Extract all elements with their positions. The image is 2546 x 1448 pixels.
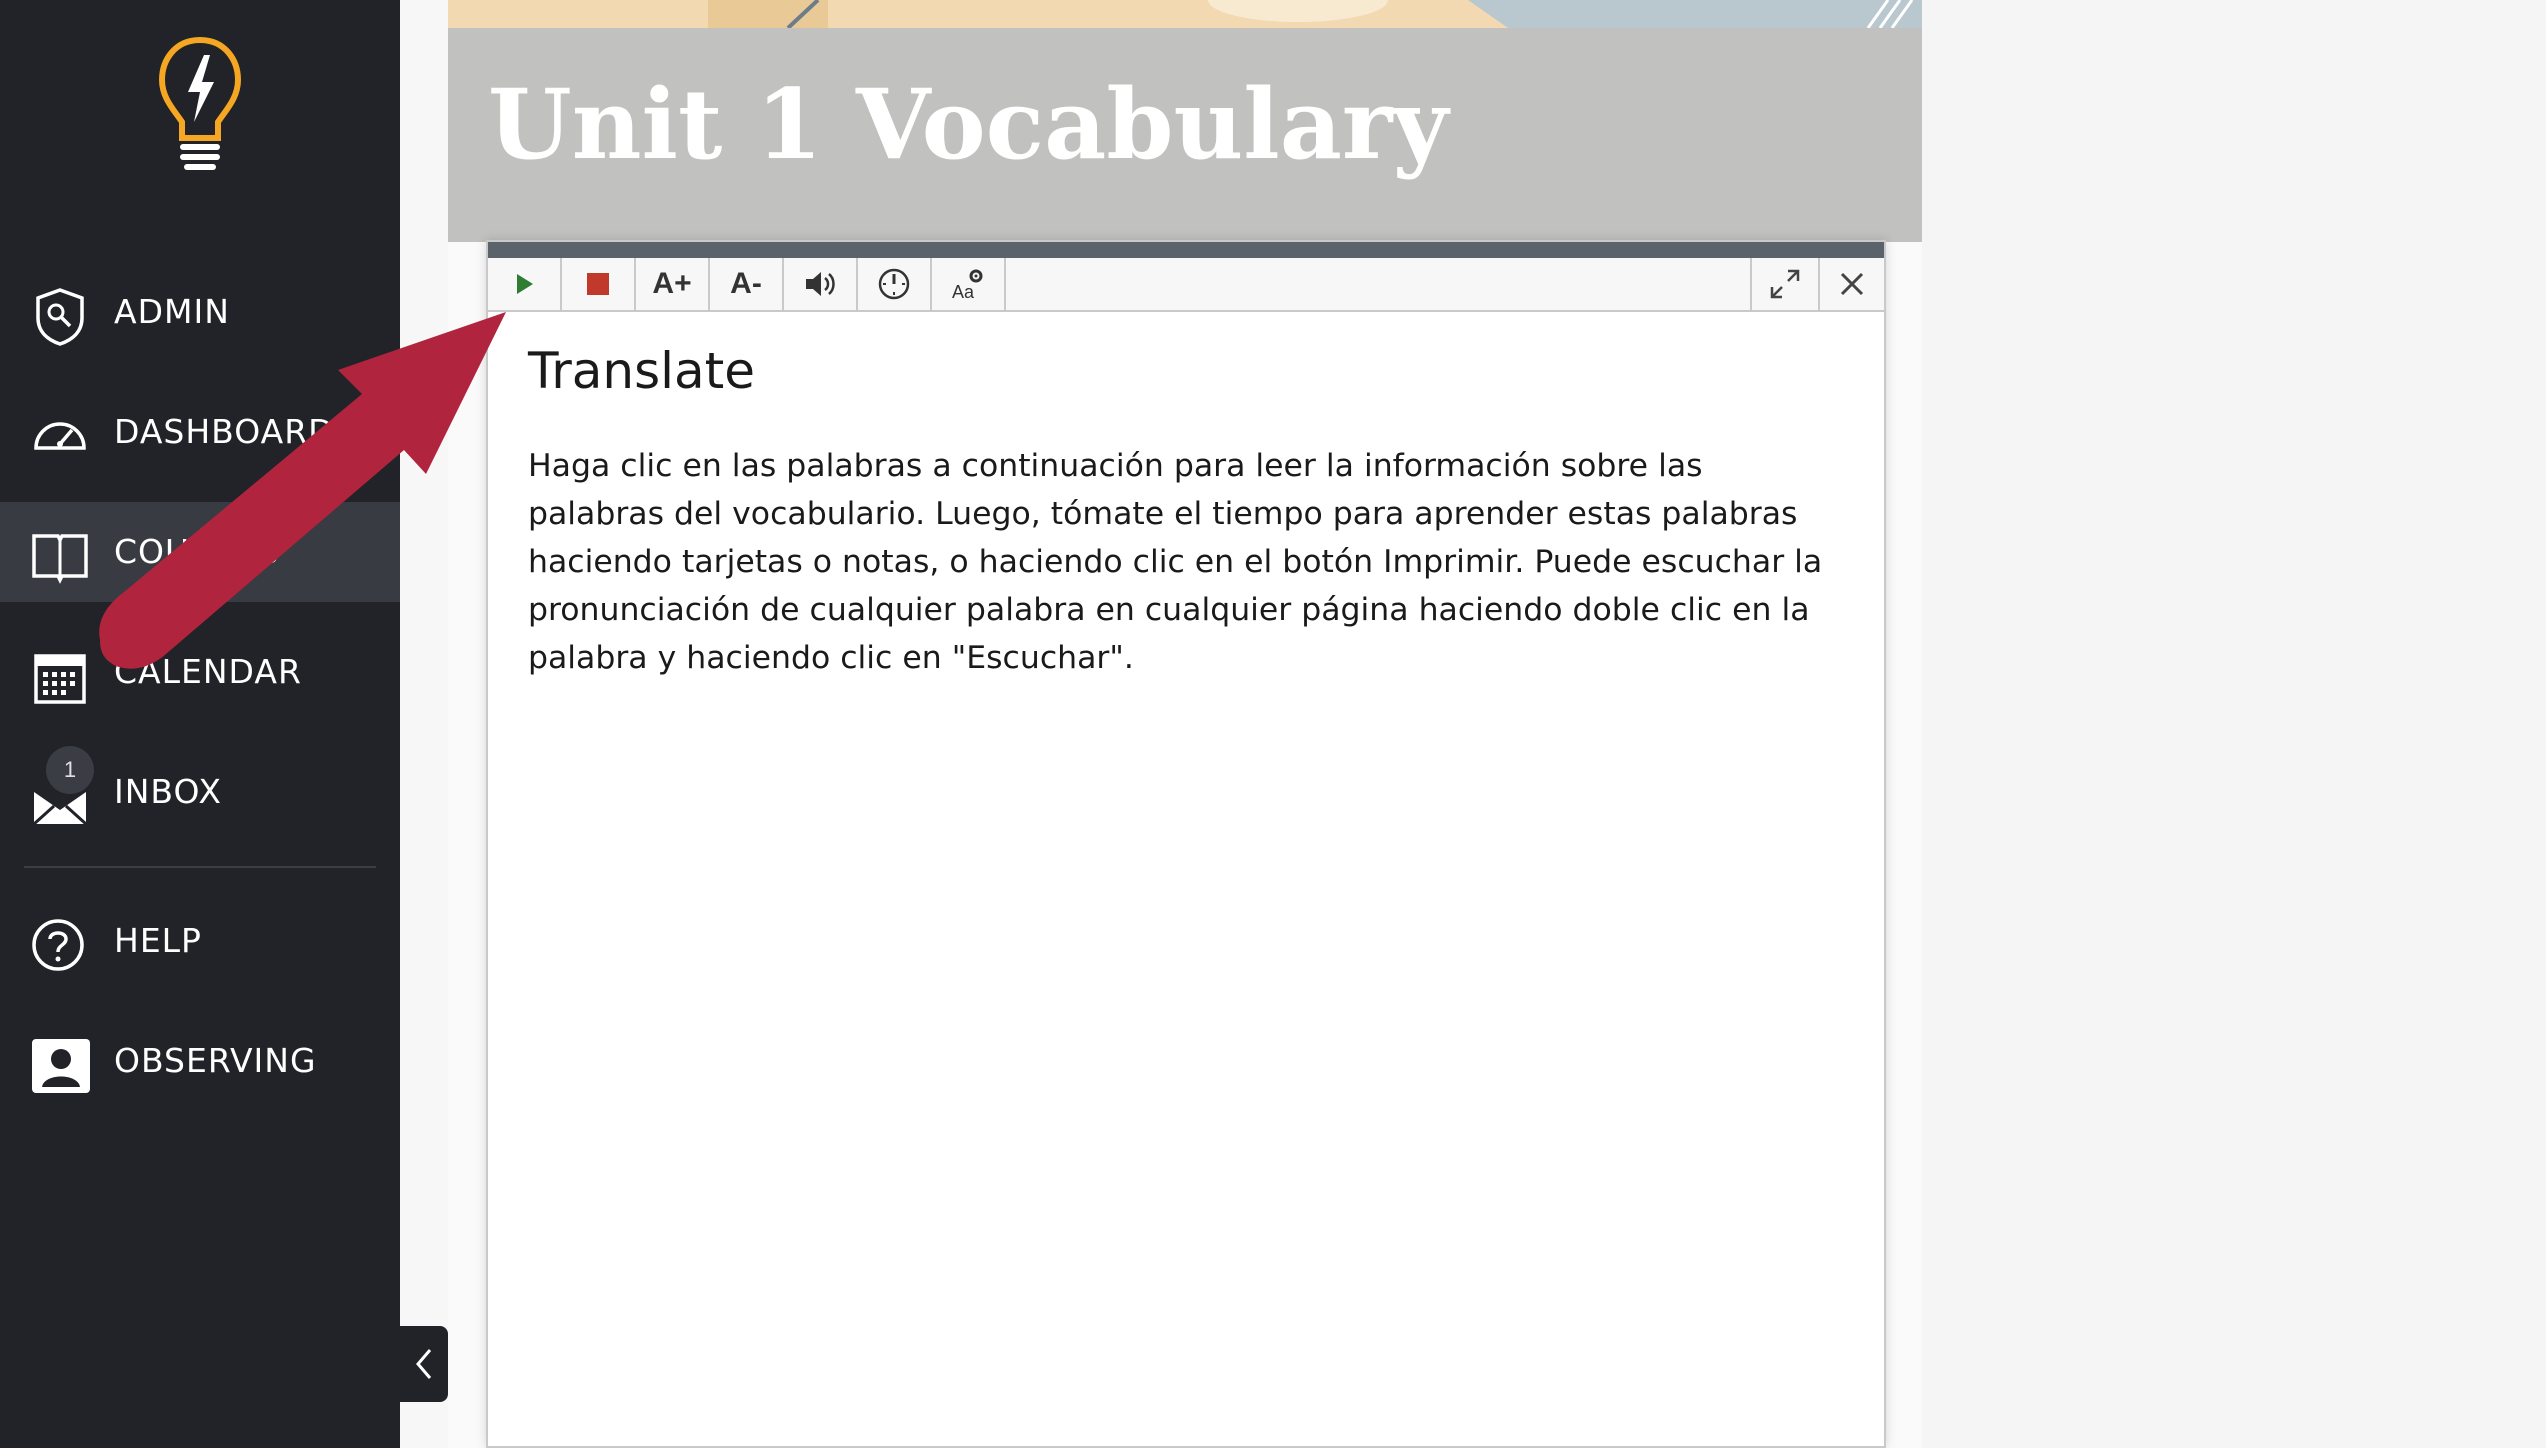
dashboard-gauge-icon <box>34 422 86 450</box>
sidebar-item-label: OBSERVING <box>114 1041 317 1080</box>
stop-button[interactable] <box>562 258 636 310</box>
play-button[interactable] <box>488 258 562 310</box>
volume-button[interactable] <box>784 258 858 310</box>
reader-content: Translate Haga clic en las palabras a co… <box>528 342 1848 682</box>
help-icon <box>32 919 84 971</box>
book-icon <box>32 534 88 584</box>
sidebar-item-label: INBOX <box>114 772 222 811</box>
collapse-sidebar-button[interactable] <box>400 1326 448 1402</box>
observer-icon <box>32 1039 90 1093</box>
font-decrease-label: A- <box>730 267 762 300</box>
page-title: Unit 1 Vocabulary <box>488 68 1449 181</box>
stop-icon <box>587 273 609 295</box>
speed-icon <box>878 268 910 300</box>
right-panel <box>1922 0 2546 1448</box>
reader-toolbar: A+ A- Aa <box>488 258 1884 312</box>
sidebar-item-label: COURSES <box>114 532 280 571</box>
speed-button[interactable] <box>858 258 932 310</box>
lightbulb-logo-icon[interactable] <box>150 30 250 180</box>
calendar-icon <box>34 654 86 704</box>
close-icon <box>1840 272 1864 296</box>
text-settings-icon: Aa <box>952 269 983 302</box>
font-increase-label: A+ <box>652 267 692 300</box>
sidebar-item-label: CALENDAR <box>114 652 302 691</box>
reader-heading: Translate <box>528 342 756 400</box>
text-settings-button[interactable]: Aa <box>932 258 1006 310</box>
page-header: Unit 1 Vocabulary <box>448 28 1922 242</box>
chevron-left-icon <box>416 1349 432 1379</box>
sidebar-item-admin[interactable]: ADMIN <box>0 262 400 362</box>
volume-icon <box>806 272 835 296</box>
sidebar: ADMIN DASHBOARD COURSES CALENDAR INBOX 1… <box>0 0 400 1448</box>
text-reader-dialog: A+ A- Aa Translate Haga clic en las pala… <box>486 240 1886 1448</box>
reader-body-text: Haga clic en las palabras a continuación… <box>528 448 1823 676</box>
sidebar-item-label: DASHBOARD <box>114 412 335 451</box>
sidebar-item-observing[interactable]: OBSERVING <box>0 1011 400 1111</box>
sidebar-item-label: ADMIN <box>114 292 230 331</box>
close-button[interactable] <box>1818 258 1884 310</box>
inbox-unread-badge: 1 <box>46 746 94 794</box>
play-icon <box>517 274 533 294</box>
sidebar-item-courses[interactable]: COURSES <box>0 502 400 602</box>
sidebar-item-dashboard[interactable]: DASHBOARD <box>0 382 400 482</box>
reader-drag-bar[interactable] <box>488 242 1884 258</box>
sidebar-item-help[interactable]: HELP <box>0 891 400 991</box>
font-decrease-button[interactable]: A- <box>710 258 784 310</box>
svg-text:Aa: Aa <box>952 282 975 302</box>
expand-button[interactable] <box>1750 258 1818 310</box>
expand-icon <box>1770 269 1800 299</box>
sidebar-item-calendar[interactable]: CALENDAR <box>0 622 400 722</box>
font-increase-button[interactable]: A+ <box>636 258 710 310</box>
sidebar-item-label: HELP <box>114 921 202 960</box>
admin-shield-icon <box>36 288 84 346</box>
course-banner-image <box>448 0 1922 28</box>
sidebar-divider <box>24 866 376 868</box>
